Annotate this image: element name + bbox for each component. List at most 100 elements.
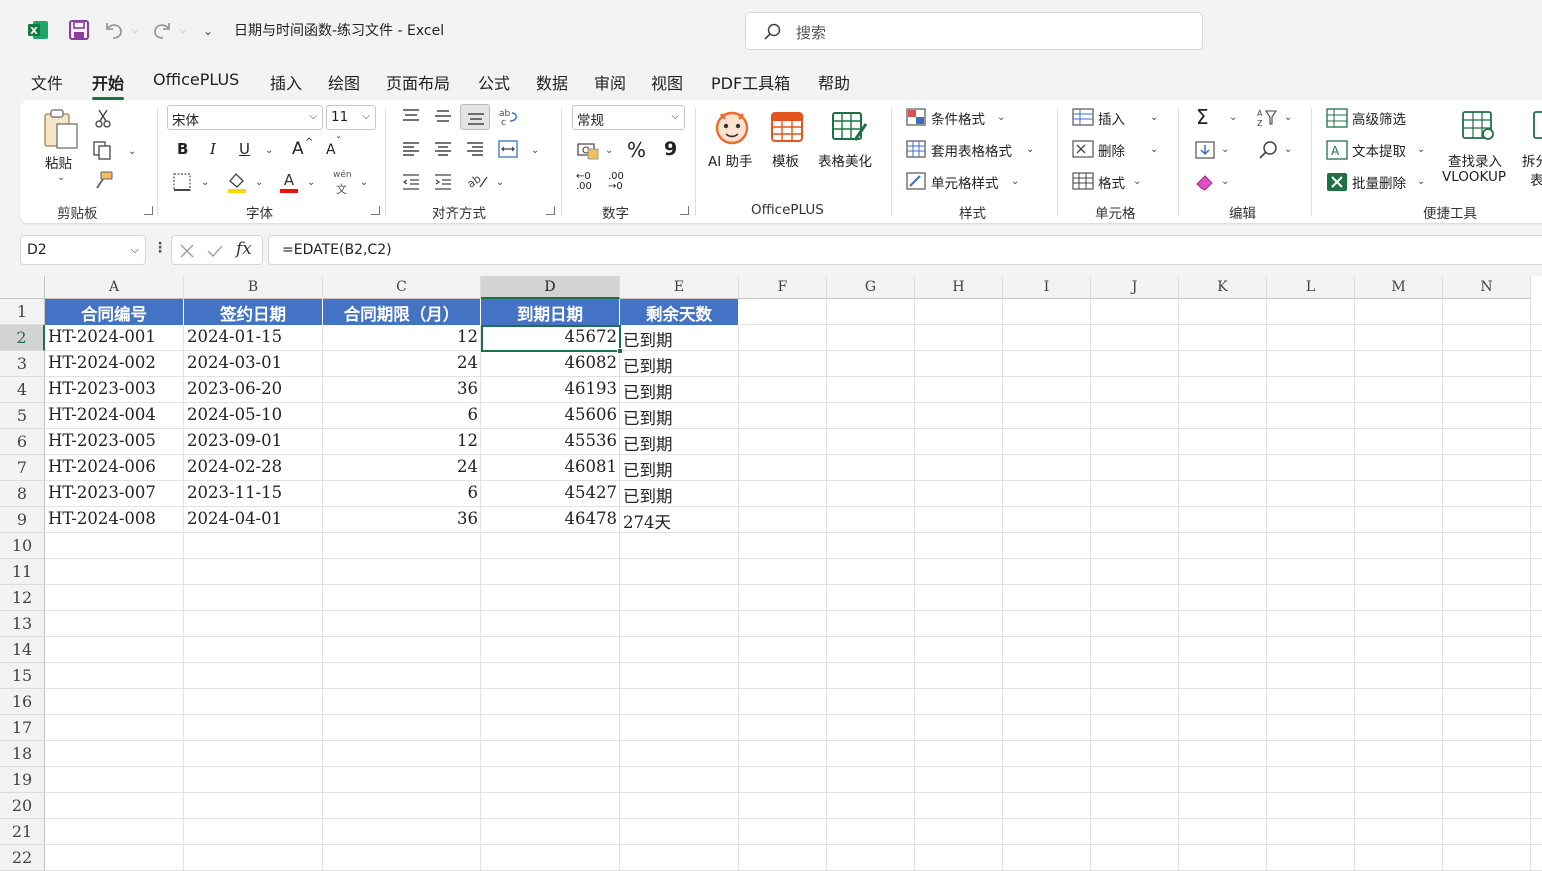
delete-cells-button[interactable]: 删除: [1098, 140, 1125, 160]
align-bottom-button[interactable]: [460, 104, 490, 130]
clear-dropdown-icon[interactable]: ⌄: [1221, 176, 1229, 187]
ai-assistant-button[interactable]: AI 助手: [708, 150, 753, 170]
format-painter-icon[interactable]: [92, 170, 114, 192]
column-header-a[interactable]: A: [45, 276, 184, 299]
row-header-13[interactable]: 13: [0, 611, 45, 637]
table-cell[interactable]: 2024-05-10: [184, 403, 323, 429]
lookup-entry-label[interactable]: 查找录入: [1448, 150, 1502, 170]
table-cell[interactable]: 45536: [481, 429, 620, 455]
redo-icon[interactable]: [150, 19, 174, 41]
row-header-5[interactable]: 5: [0, 403, 45, 429]
row-header-16[interactable]: 16: [0, 689, 45, 715]
split-table-icon[interactable]: [1532, 110, 1542, 142]
search-box[interactable]: 搜索: [745, 12, 1203, 50]
align-top-icon[interactable]: [401, 108, 421, 124]
text-extract-button[interactable]: 文本提取: [1352, 140, 1406, 160]
tab-officeplus[interactable]: OfficePLUS: [153, 70, 239, 89]
autosum-icon[interactable]: Σ: [1196, 105, 1209, 129]
formula-input[interactable]: =EDATE(B2,C2): [268, 235, 1542, 265]
column-header-g[interactable]: G: [827, 276, 915, 299]
increase-indent-icon[interactable]: [433, 173, 453, 191]
table-cell[interactable]: 2023-09-01: [184, 429, 323, 455]
orientation-icon[interactable]: ab: [466, 171, 490, 191]
table-cell[interactable]: HT-2023-005: [45, 429, 184, 455]
table-cell[interactable]: 45606: [481, 403, 620, 429]
number-format-dropdown[interactable]: 常规 ⌵: [572, 105, 685, 130]
table-header-cell[interactable]: 合同编号: [45, 299, 184, 325]
percent-style-button[interactable]: %: [627, 138, 646, 162]
row-header-2[interactable]: 2: [0, 325, 45, 351]
cell-styles-button[interactable]: 单元格样式: [931, 172, 999, 192]
tab-page-layout[interactable]: 页面布局: [386, 70, 450, 94]
tab-data[interactable]: 数据: [536, 70, 568, 94]
decrease-font-button[interactable]: A: [326, 142, 336, 158]
batch-delete-button[interactable]: 批量删除: [1352, 172, 1406, 192]
alignment-dialog-launcher[interactable]: [546, 206, 555, 215]
number-dialog-launcher[interactable]: [680, 206, 689, 215]
table-cell[interactable]: HT-2024-004: [45, 403, 184, 429]
align-left-icon[interactable]: [401, 141, 421, 157]
align-right-icon[interactable]: [465, 141, 485, 157]
table-cell[interactable]: 已到期: [620, 481, 739, 507]
table-cell[interactable]: 12: [323, 429, 481, 455]
tab-view[interactable]: 视图: [651, 70, 683, 94]
align-middle-icon[interactable]: [433, 108, 453, 124]
insert-function-button[interactable]: fx: [236, 239, 252, 259]
table-beautify-icon[interactable]: [831, 110, 869, 144]
table-cell[interactable]: 已到期: [620, 403, 739, 429]
sort-filter-icon[interactable]: A Z: [1256, 108, 1280, 128]
borders-icon[interactable]: [172, 172, 192, 192]
format-as-table-dropdown-icon[interactable]: ⌄: [1026, 144, 1034, 155]
wrap-text-icon[interactable]: ab c: [498, 107, 520, 127]
fill-icon[interactable]: [1194, 140, 1216, 160]
paste-button[interactable]: 粘贴: [45, 152, 72, 172]
column-header-c[interactable]: C: [323, 276, 481, 299]
table-cell[interactable]: 12: [323, 325, 481, 351]
increase-decimal-button[interactable]: ←0 .00: [576, 172, 598, 192]
tab-review[interactable]: 审阅: [594, 70, 626, 94]
sort-filter-dropdown-icon[interactable]: ⌄: [1284, 112, 1292, 123]
table-cell[interactable]: 36: [323, 377, 481, 403]
row-header-6[interactable]: 6: [0, 429, 45, 455]
confirm-entry-icon[interactable]: [206, 243, 224, 259]
table-cell[interactable]: 2024-01-15: [184, 325, 323, 351]
cell-styles-dropdown-icon[interactable]: ⌄: [1011, 176, 1019, 187]
table-cell[interactable]: 46081: [481, 455, 620, 481]
table-cell[interactable]: 已到期: [620, 377, 739, 403]
decrease-indent-icon[interactable]: [401, 173, 421, 191]
table-cell[interactable]: 6: [323, 481, 481, 507]
align-center-icon[interactable]: [433, 141, 453, 157]
customize-toolbar-icon[interactable]: ⌄: [203, 24, 213, 38]
table-cell[interactable]: 2023-11-15: [184, 481, 323, 507]
table-cell[interactable]: 已到期: [620, 455, 739, 481]
column-header-l[interactable]: L: [1267, 276, 1355, 299]
row-header-17[interactable]: 17: [0, 715, 45, 741]
tab-pdf-tools[interactable]: PDF工具箱: [711, 70, 790, 94]
split-table-label-2[interactable]: 表: [1530, 169, 1542, 189]
cut-icon[interactable]: [94, 108, 112, 128]
row-header-20[interactable]: 20: [0, 793, 45, 819]
batch-delete-dropdown-icon[interactable]: ⌄: [1417, 176, 1425, 187]
underline-button[interactable]: U: [239, 140, 250, 158]
font-color-dropdown-icon[interactable]: ⌄: [307, 177, 315, 188]
increase-font-button[interactable]: A: [292, 139, 304, 159]
undo-icon[interactable]: [102, 19, 126, 41]
clear-icon[interactable]: [1194, 172, 1216, 192]
split-table-label[interactable]: 拆分: [1522, 150, 1542, 170]
row-header-9[interactable]: 9: [0, 507, 45, 533]
column-header-j[interactable]: J: [1091, 276, 1179, 299]
column-header-f[interactable]: F: [739, 276, 827, 299]
clipboard-dialog-launcher[interactable]: [144, 206, 153, 215]
insert-cells-dropdown-icon[interactable]: ⌄: [1150, 112, 1158, 123]
table-cell[interactable]: 46082: [481, 351, 620, 377]
lookup-entry-icon[interactable]: [1461, 110, 1497, 142]
table-cell[interactable]: 2023-06-20: [184, 377, 323, 403]
formula-bar-more-icon[interactable]: ⋮: [153, 240, 167, 256]
fill-color-icon[interactable]: [226, 170, 248, 194]
comma-style-button[interactable]: 9: [664, 138, 677, 160]
column-header-k[interactable]: K: [1179, 276, 1267, 299]
font-dialog-launcher[interactable]: [371, 206, 380, 215]
insert-cells-button[interactable]: 插入: [1098, 108, 1125, 128]
lookup-vlookup-label[interactable]: VLOOKUP: [1442, 169, 1506, 185]
fill-handle[interactable]: [617, 348, 623, 354]
